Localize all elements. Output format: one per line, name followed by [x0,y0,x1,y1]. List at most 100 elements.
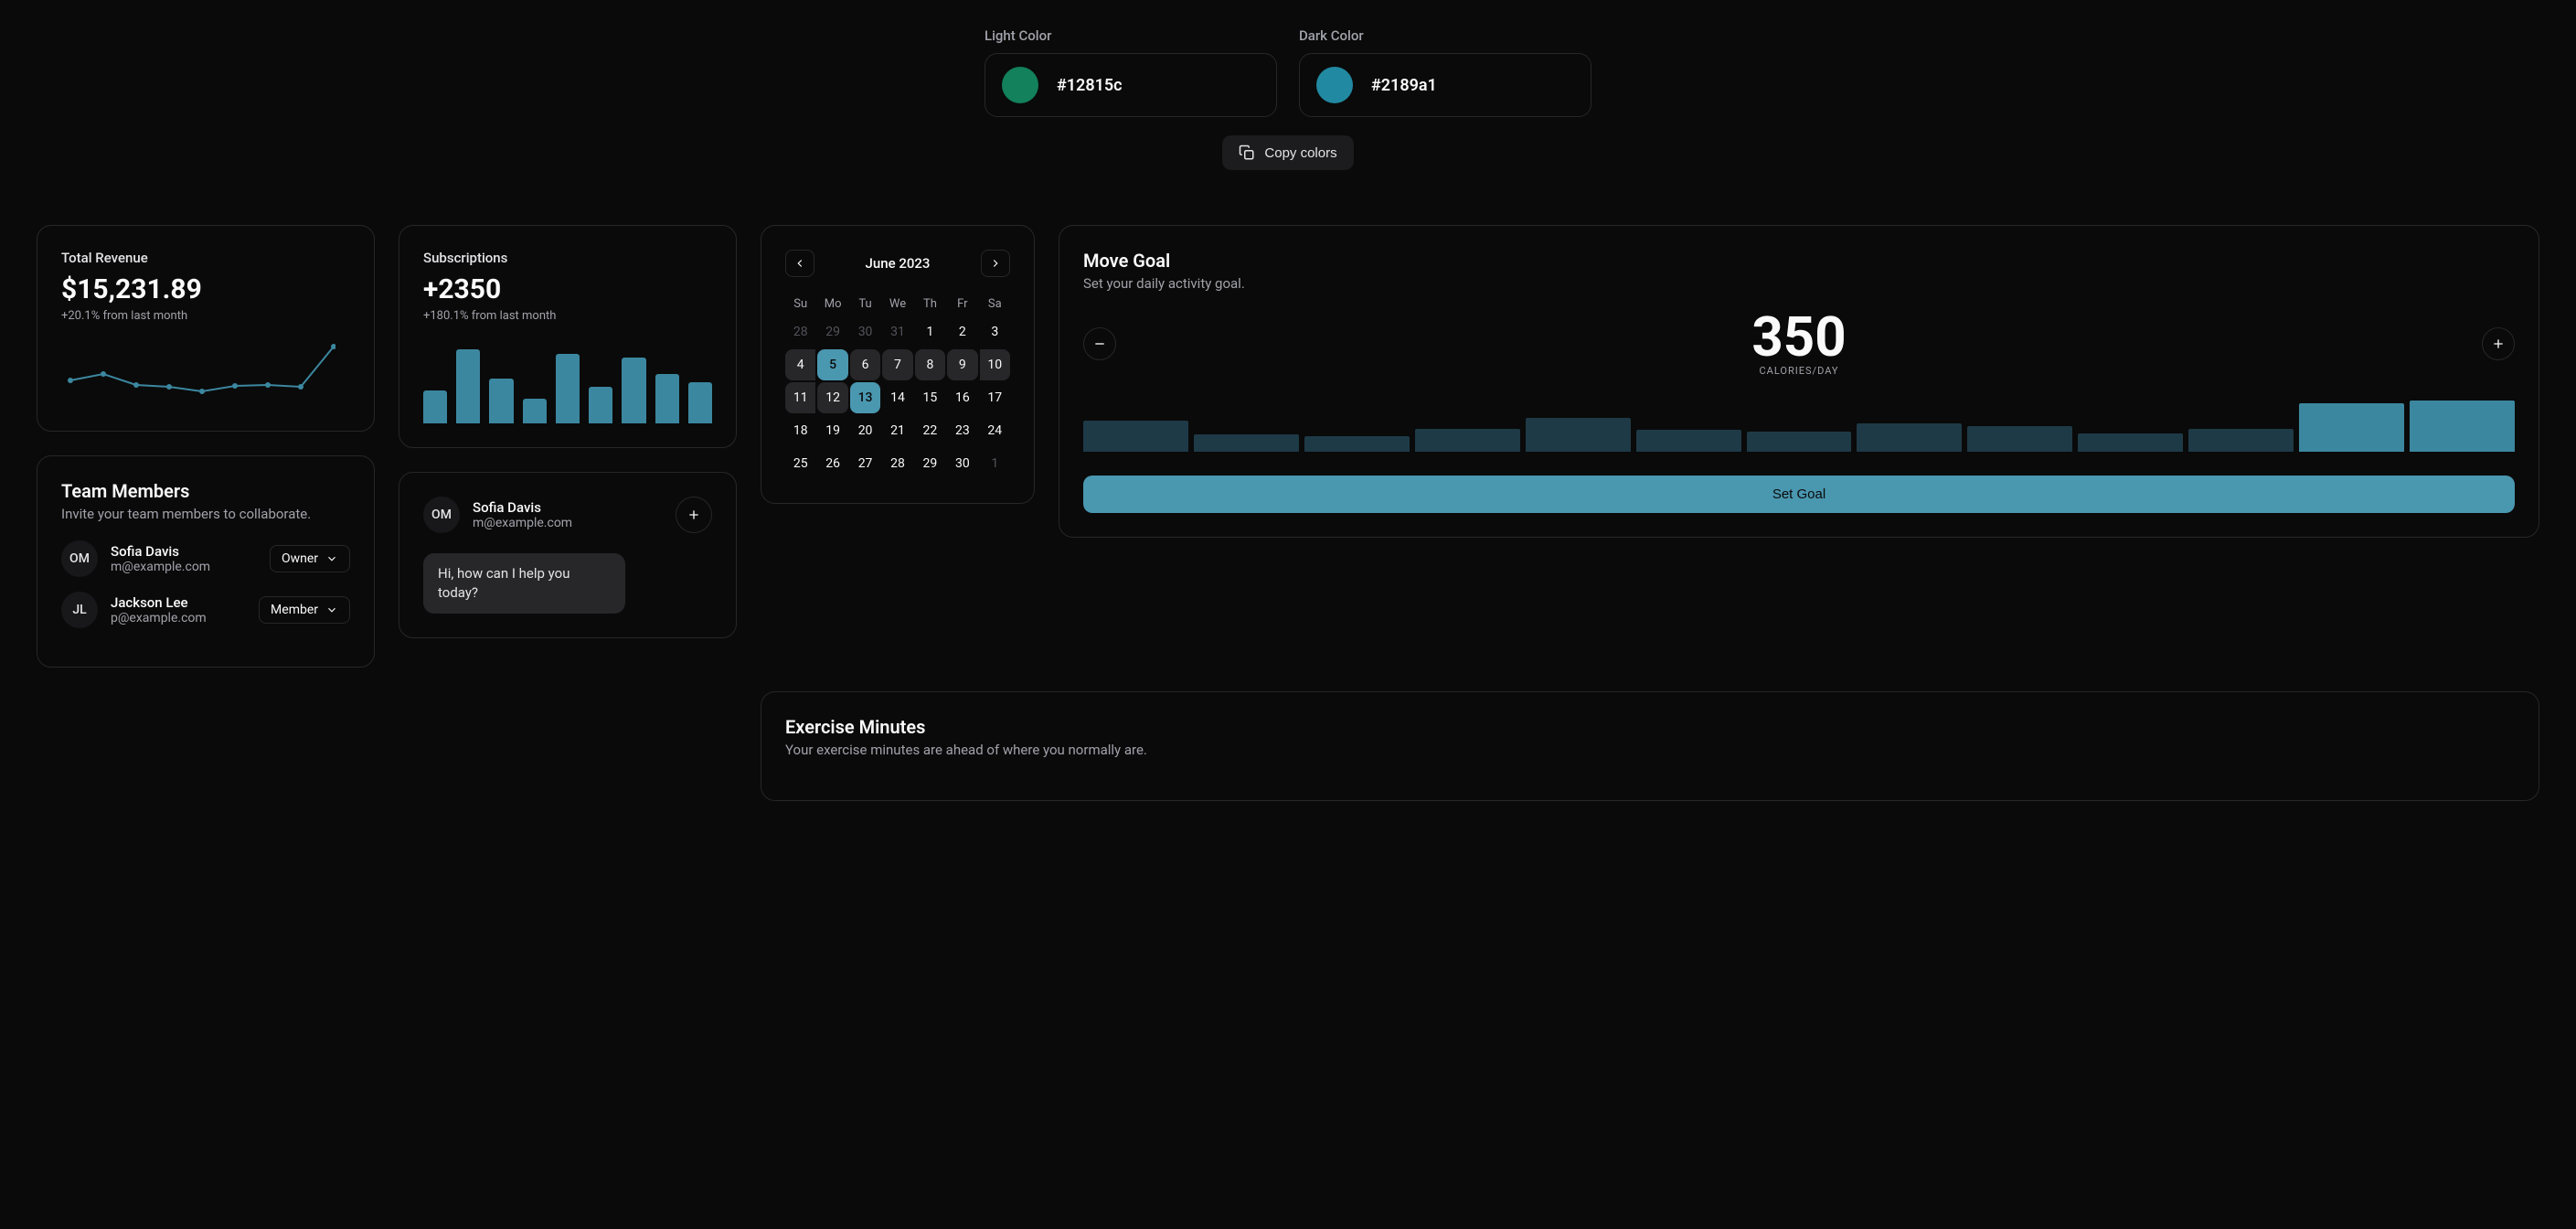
calendar-day[interactable]: 13 [850,382,880,413]
light-color-label: Light Color [985,27,1277,44]
dark-color-swatch [1316,67,1353,103]
goal-decrease-button[interactable] [1083,327,1116,360]
goal-increase-button[interactable] [2482,327,2515,360]
chat-card: OM Sofia Davis m@example.com Hi, how can… [399,472,737,638]
goal-title: Move Goal [1083,250,2515,272]
calendar-day[interactable]: 22 [915,415,945,446]
avatar: OM [61,540,98,577]
goal-bar [1636,430,1741,452]
calendar-day[interactable]: 4 [785,349,815,380]
goal-bars [1083,395,2515,452]
calendar-day[interactable]: 17 [980,382,1010,413]
goal-bar [1967,426,2072,452]
copy-colors-button[interactable]: Copy colors [1222,135,1353,170]
calendar-day[interactable]: 21 [882,415,912,446]
calendar-dow: Su [785,292,815,316]
calendar-day[interactable]: 5 [817,349,847,380]
calendar-day[interactable]: 26 [817,448,847,479]
calendar-dow: Fr [947,292,977,316]
team-member-row: JL Jackson Lee p@example.com Member [61,592,350,628]
calendar-day[interactable]: 7 [882,349,912,380]
dark-color-input[interactable]: #2189a1 [1299,53,1591,117]
calendar-day[interactable]: 11 [785,382,815,413]
exercise-card: Exercise Minutes Your exercise minutes a… [761,691,2539,801]
calendar-day[interactable]: 3 [980,316,1010,347]
calendar-day[interactable]: 28 [882,448,912,479]
goal-bar [2299,403,2404,452]
calendar-day[interactable]: 16 [947,382,977,413]
dark-color-label: Dark Color [1299,27,1591,44]
goal-bar [1747,432,1852,452]
goal-bar [1083,421,1188,452]
calendar-card: June 2023 SuMoTuWeThFrSa 282930311234567… [761,225,1035,504]
calendar-day[interactable]: 19 [817,415,847,446]
calendar-day[interactable]: 1 [980,448,1010,479]
calendar-day[interactable]: 31 [882,316,912,347]
calendar-day[interactable]: 15 [915,382,945,413]
calendar-day[interactable]: 14 [882,382,912,413]
bar [655,374,679,423]
calendar-dow: Mo [817,292,847,316]
calendar-day[interactable]: 20 [850,415,880,446]
calendar-dow: We [882,292,912,316]
calendar-day[interactable]: 29 [915,448,945,479]
calendar-day[interactable]: 23 [947,415,977,446]
chevron-right-icon [989,257,1002,270]
copy-icon [1239,144,1255,161]
calendar-day[interactable]: 9 [947,349,977,380]
team-title: Team Members [61,480,350,502]
calendar-day[interactable]: 10 [980,349,1010,380]
calendar-dow: Sa [980,292,1010,316]
calendar-day[interactable]: 12 [817,382,847,413]
light-color-swatch [1002,67,1038,103]
calendar-day[interactable]: 27 [850,448,880,479]
goal-bar [2188,429,2294,452]
bar [423,390,447,423]
calendar-next-button[interactable] [981,250,1010,277]
calendar-day[interactable]: 6 [850,349,880,380]
light-color-value: #12815c [1057,76,1123,95]
member-name: Sofia Davis [111,543,257,560]
calendar-dow: Th [915,292,945,316]
bar [489,379,513,424]
goal-bar [1857,423,1962,452]
goal-bar [2078,433,2183,452]
role-label: Owner [282,551,318,566]
exercise-subtitle: Your exercise minutes are ahead of where… [785,742,2515,758]
calendar-day[interactable]: 24 [980,415,1010,446]
bar [556,354,580,424]
team-member-row: OM Sofia Davis m@example.com Owner [61,540,350,577]
calendar-day[interactable]: 2 [947,316,977,347]
chat-name: Sofia Davis [473,499,663,516]
subscriptions-delta: +180.1% from last month [423,309,712,323]
calendar-month: June 2023 [866,255,931,272]
goal-subtitle: Set your daily activity goal. [1083,275,2515,292]
add-chat-button[interactable] [676,497,712,533]
calendar-day[interactable]: 8 [915,349,945,380]
goal-bar [1526,418,1631,452]
goal-unit: CALORIES/DAY [1751,365,1846,377]
bar [456,349,480,423]
calendar-day[interactable]: 18 [785,415,815,446]
dark-color-value: #2189a1 [1371,76,1437,95]
chevron-down-icon [325,552,338,565]
plus-icon [2491,337,2506,351]
chat-avatar: OM [423,497,460,533]
calendar-prev-button[interactable] [785,250,814,277]
chat-email: m@example.com [473,516,663,530]
calendar-day[interactable]: 30 [850,316,880,347]
calendar-day[interactable]: 29 [817,316,847,347]
light-color-input[interactable]: #12815c [985,53,1277,117]
minus-icon [1092,337,1107,351]
role-select[interactable]: Owner [270,545,350,572]
role-select[interactable]: Member [259,596,350,624]
calendar-day[interactable]: 1 [915,316,945,347]
bar [589,387,612,424]
calendar-day[interactable]: 30 [947,448,977,479]
member-email: m@example.com [111,560,257,574]
avatar: JL [61,592,98,628]
set-goal-button[interactable]: Set Goal [1083,476,2515,513]
goal-value: 350 [1751,310,1846,365]
calendar-day[interactable]: 28 [785,316,815,347]
calendar-day[interactable]: 25 [785,448,815,479]
